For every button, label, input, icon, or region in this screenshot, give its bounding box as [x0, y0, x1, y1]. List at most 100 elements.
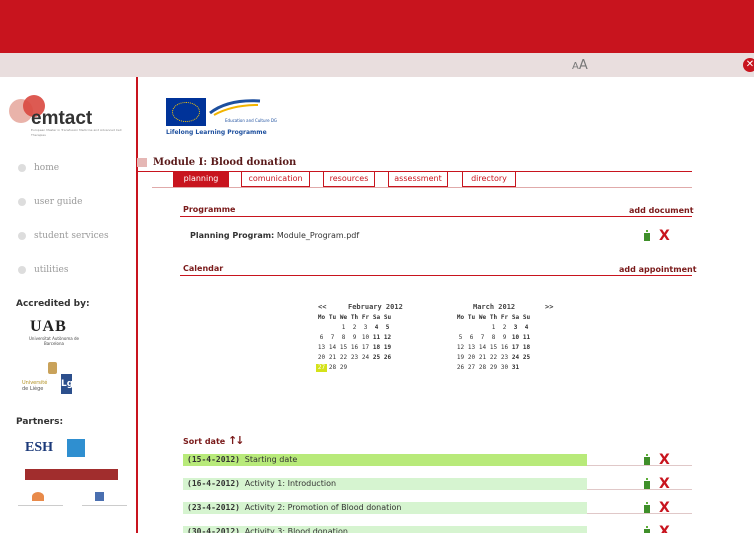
calendar-day[interactable]: 22 — [488, 354, 499, 362]
calendar-day[interactable]: 31 — [510, 364, 521, 372]
calendar-day[interactable]: 20 — [316, 354, 327, 362]
close-icon[interactable]: ✕ — [743, 58, 754, 72]
calendar-day[interactable]: 10 — [360, 334, 371, 342]
delete-icon[interactable]: X — [659, 477, 670, 491]
edit-icon[interactable] — [644, 526, 650, 533]
tab-resources[interactable]: resources — [323, 172, 375, 187]
calendar-day[interactable]: 23 — [349, 354, 360, 362]
calendar-day[interactable]: 19 — [382, 344, 393, 352]
calendar-day[interactable]: 14 — [327, 344, 338, 352]
activity-row[interactable]: (30-4-2012) Activity 3: Blood donation — [183, 526, 587, 533]
calendar-day[interactable]: 16 — [499, 344, 510, 352]
calendar-day[interactable]: 8 — [338, 334, 349, 342]
edit-icon[interactable] — [644, 478, 650, 489]
activity-row[interactable]: (15-4-2012) Starting date — [183, 454, 587, 466]
calendar-day[interactable]: 17 — [510, 344, 521, 352]
calendar-day[interactable]: 21 — [327, 354, 338, 362]
sidebar-item-home[interactable]: home — [18, 163, 59, 173]
partner-logo-esh[interactable]: ESH — [25, 440, 53, 456]
calendar-day[interactable]: 16 — [349, 344, 360, 352]
calendar-day[interactable]: 5 — [455, 334, 466, 342]
delete-icon[interactable]: X — [659, 501, 670, 515]
calendar-day[interactable]: 26 — [455, 364, 466, 372]
planning-program-file-link[interactable]: Module_Program.pdf — [277, 231, 359, 240]
calendar-day[interactable]: 13 — [316, 344, 327, 352]
calendar-day[interactable]: 15 — [488, 344, 499, 352]
add-document-link[interactable]: add document — [629, 206, 694, 215]
tab-planning[interactable]: planning — [173, 172, 229, 187]
calendar-day[interactable]: 12 — [382, 334, 393, 342]
calendar-day[interactable]: 19 — [455, 354, 466, 362]
calendar-day[interactable]: 25 — [521, 354, 532, 362]
calendar-day[interactable]: 21 — [477, 354, 488, 362]
edit-icon[interactable] — [644, 454, 650, 465]
partner-logo-2[interactable] — [67, 439, 85, 457]
calendar-day[interactable]: 7 — [477, 334, 488, 342]
calendar-day[interactable]: 2 — [499, 324, 510, 332]
partner-logo-4[interactable] — [32, 492, 44, 501]
calendar-day[interactable]: 18 — [521, 344, 532, 352]
calendar-day[interactable]: 2 — [349, 324, 360, 332]
calendar-day[interactable]: 4 — [371, 324, 382, 332]
calendar-day[interactable]: 1 — [338, 324, 349, 332]
calendar-day[interactable]: 3 — [360, 324, 371, 332]
calendar-day[interactable]: 24 — [360, 354, 371, 362]
calendar-next-button[interactable]: >> — [545, 303, 553, 311]
sort-date-control[interactable]: Sort date ↑↓ — [183, 434, 245, 447]
calendar-day[interactable]: 25 — [371, 354, 382, 362]
calendar-day[interactable]: 11 — [371, 334, 382, 342]
calendar-day[interactable]: 24 — [510, 354, 521, 362]
tab-comunication[interactable]: comunication — [241, 172, 310, 187]
add-appointment-link[interactable]: add appointment — [619, 265, 697, 274]
calendar-day[interactable]: 29 — [338, 364, 349, 372]
calendar-day[interactable]: 17 — [360, 344, 371, 352]
calendar-day[interactable]: 12 — [455, 344, 466, 352]
tab-directory[interactable]: directory — [462, 172, 516, 187]
partner-logo-3[interactable] — [25, 469, 118, 480]
calendar-day[interactable]: 20 — [466, 354, 477, 362]
calendar-day[interactable]: 13 — [466, 344, 477, 352]
calendar-day[interactable]: 22 — [338, 354, 349, 362]
calendar-day[interactable]: 5 — [382, 324, 393, 332]
delete-icon[interactable]: X — [659, 453, 670, 467]
partner-logo-5[interactable] — [95, 492, 104, 501]
calendar-day[interactable]: 23 — [499, 354, 510, 362]
calendar-day[interactable]: 28 — [477, 364, 488, 372]
delete-icon[interactable]: X — [659, 525, 670, 533]
calendar-day[interactable]: 4 — [521, 324, 532, 332]
activity-row[interactable]: (16-4-2012) Activity 1: Introduction — [183, 478, 587, 490]
sidebar-item-user-guide[interactable]: user guide — [18, 197, 82, 207]
calendar-day[interactable]: 3 — [510, 324, 521, 332]
calendar-day[interactable]: 26 — [382, 354, 393, 362]
calendar-day[interactable]: 1 — [488, 324, 499, 332]
emtact-logo-text[interactable]: emtact — [31, 108, 92, 130]
calendar-prev-button[interactable]: << — [318, 303, 326, 311]
calendar-day[interactable]: 30 — [499, 364, 510, 372]
calendar-day[interactable]: 10 — [510, 334, 521, 342]
tab-assessment[interactable]: assessment — [388, 172, 448, 187]
calendar-day[interactable]: 7 — [327, 334, 338, 342]
calendar-day[interactable]: 18 — [371, 344, 382, 352]
calendar-day[interactable]: 14 — [477, 344, 488, 352]
calendar-day[interactable]: 27 — [316, 364, 327, 372]
activity-row[interactable]: (23-4-2012) Activity 2: Promotion of Blo… — [183, 502, 587, 514]
calendar-day[interactable]: 8 — [488, 334, 499, 342]
calendar-day[interactable]: 27 — [466, 364, 477, 372]
calendar-day[interactable]: 11 — [521, 334, 532, 342]
sidebar-item-utilities[interactable]: utilities — [18, 265, 69, 275]
calendar-day[interactable]: 9 — [349, 334, 360, 342]
decrease-font-button[interactable]: A — [572, 61, 579, 72]
calendar-day[interactable]: 15 — [338, 344, 349, 352]
sidebar-item-student-services[interactable]: student services — [18, 231, 109, 241]
ulg-logo[interactable]: Lg — [61, 374, 73, 394]
calendar-day[interactable]: 9 — [499, 334, 510, 342]
uab-logo[interactable]: UAB — [30, 318, 67, 336]
increase-font-button[interactable]: A — [579, 58, 588, 73]
ulg-name[interactable]: Université de Liège — [22, 380, 47, 392]
calendar-day[interactable]: 6 — [466, 334, 477, 342]
sort-arrows-icon[interactable]: ↑↓ — [228, 434, 245, 447]
calendar-day[interactable]: 6 — [316, 334, 327, 342]
calendar-day[interactable]: 28 — [327, 364, 338, 372]
edit-icon[interactable] — [644, 230, 650, 241]
delete-icon[interactable]: X — [659, 229, 670, 243]
